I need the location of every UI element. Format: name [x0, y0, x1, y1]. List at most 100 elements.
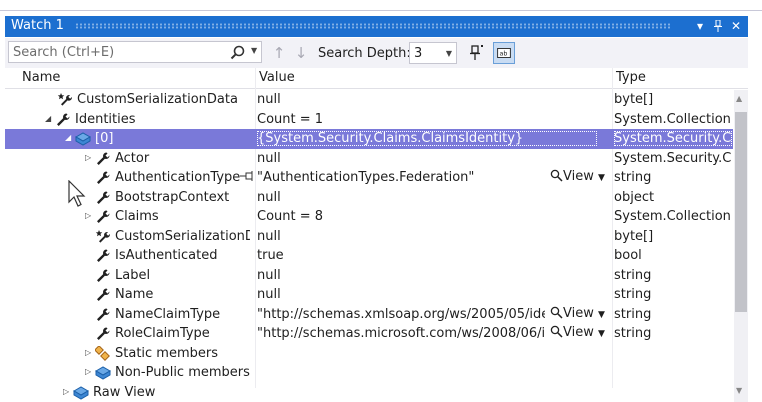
- expand-icon[interactable]: ▷: [85, 348, 95, 358]
- wrench-star-icon: [57, 92, 73, 108]
- row-value[interactable]: null: [257, 287, 597, 302]
- row-value[interactable]: null: [257, 229, 597, 244]
- column-header-row: Name Value Type: [5, 68, 748, 89]
- search-previous-icon[interactable]: ↑: [271, 45, 287, 63]
- watch-row[interactable]: ▷ Claims Count = 8 System.Collection...: [5, 207, 733, 227]
- watch-row[interactable]: CustomSerializationD... null byte[]: [5, 227, 733, 247]
- visualizer-view-button[interactable]: View ▼: [550, 325, 605, 340]
- watch-row[interactable]: IsAuthenticated true bool: [5, 246, 733, 266]
- search-options-dropdown-icon[interactable]: ▼: [251, 46, 257, 55]
- row-value[interactable]: {System.Security.Claims.ClaimsIdentity}: [257, 131, 597, 146]
- watch-grid: CustomSerializationData null byte[] ◢ Identi…: [5, 90, 733, 402]
- row-value[interactable]: true: [257, 248, 597, 263]
- column-header-name[interactable]: Name: [22, 70, 60, 85]
- magnifier-icon: [550, 306, 563, 319]
- vertical-scrollbar[interactable]: ▲ ▼: [734, 90, 748, 402]
- watch-row[interactable]: AuthenticationType "AuthenticationTypes.F…: [5, 168, 733, 188]
- collapse-icon[interactable]: ◢: [65, 133, 75, 143]
- watch-row[interactable]: ◢ Identities Count = 1 System.Collection...: [5, 110, 733, 130]
- watch-row[interactable]: ◢ [0] {System.Security.Claims.ClaimsIdenti…: [5, 129, 733, 149]
- row-name: NameClaimType: [115, 306, 221, 322]
- row-value[interactable]: null: [257, 268, 597, 283]
- watch-row[interactable]: BootstrapContext null object: [5, 188, 733, 208]
- chevron-down-icon[interactable]: ▼: [598, 310, 605, 320]
- column-header-value[interactable]: Value: [259, 70, 295, 85]
- row-value[interactable]: "AuthenticationTypes.Federation": [257, 170, 545, 185]
- window-options-dropdown-icon[interactable]: ▾: [691, 17, 709, 35]
- scrollbar-thumb[interactable]: [735, 112, 747, 312]
- row-type: System.Collection...: [614, 209, 732, 224]
- expand-icon[interactable]: ▷: [85, 211, 95, 221]
- row-value[interactable]: null: [257, 190, 597, 205]
- wrench-icon: [95, 170, 111, 186]
- watch-row[interactable]: CustomSerializationData null byte[]: [5, 90, 733, 110]
- top-strip: [0, 0, 762, 11]
- wrench-icon: [95, 190, 111, 206]
- search-box: ▼: [8, 41, 262, 63]
- close-icon[interactable]: ✕: [727, 17, 745, 35]
- watch-row[interactable]: ▷ Non-Public members: [5, 363, 733, 383]
- row-name: CustomSerializationD...: [115, 228, 250, 244]
- search-depth-combo[interactable]: 3 ▼: [409, 42, 457, 64]
- row-type: System.Security.C...: [614, 131, 732, 146]
- watch-window-titlebar: Watch 1 ▾ ✕: [5, 16, 748, 37]
- row-value[interactable]: null: [257, 92, 597, 107]
- scroll-up-icon[interactable]: ▲: [736, 94, 742, 103]
- pin-to-source-icon[interactable]: [239, 169, 255, 187]
- row-type: bool: [614, 248, 642, 263]
- row-value[interactable]: Count = 1: [257, 112, 597, 127]
- row-name: Name: [115, 287, 154, 302]
- view-label: View: [563, 325, 594, 340]
- scroll-down-icon[interactable]: ▼: [736, 386, 742, 395]
- row-type: byte[]: [614, 92, 654, 107]
- search-next-icon[interactable]: ↓: [293, 45, 309, 63]
- window-title: Watch 1: [11, 18, 64, 33]
- chevron-down-icon[interactable]: ▼: [598, 329, 605, 339]
- row-name: Label: [115, 267, 151, 283]
- watch-row[interactable]: ▷ Raw View: [5, 383, 733, 402]
- collapse-icon[interactable]: ◢: [45, 114, 55, 124]
- class-icon: [94, 365, 112, 381]
- wrench-icon: [95, 268, 111, 284]
- pin-icon[interactable]: [709, 17, 727, 35]
- visualizer-view-button[interactable]: View ▼: [550, 306, 605, 321]
- class-icon: [74, 131, 92, 147]
- search-input[interactable]: [13, 44, 221, 60]
- chevron-down-icon[interactable]: ▼: [598, 173, 605, 183]
- wrench-icon: [95, 151, 111, 167]
- search-icon[interactable]: [229, 44, 247, 62]
- view-label: View: [563, 169, 594, 184]
- row-value[interactable]: null: [257, 151, 597, 166]
- column-header-type[interactable]: Type: [616, 70, 646, 85]
- row-name: Identities: [75, 111, 136, 127]
- row-name: Non-Public members: [115, 365, 250, 380]
- row-value[interactable]: Count = 8: [257, 209, 597, 224]
- watch-row[interactable]: Name null string: [5, 285, 733, 305]
- row-name: Claims: [115, 209, 159, 224]
- titlebar-grip: [75, 23, 672, 29]
- row-name: Actor: [115, 150, 150, 166]
- row-name: BootstrapContext: [115, 189, 230, 205]
- watch-row[interactable]: ▷ Actor null System.Security.C...: [5, 149, 733, 169]
- row-type: System.Security.C...: [614, 150, 732, 166]
- watch-row[interactable]: RoleClaimType "http://schemas.microsoft.c…: [5, 324, 733, 344]
- row-type: string: [614, 326, 652, 341]
- class-icon: [72, 385, 90, 401]
- view-label: View: [563, 305, 594, 321]
- hexadecimal-display-icon[interactable]: ab: [493, 42, 515, 64]
- pin-to-source-icon[interactable]: [468, 42, 490, 64]
- row-value[interactable]: "http://schemas.microsoft.com/ws/2008/06…: [257, 326, 545, 341]
- expand-icon[interactable]: ▷: [85, 367, 95, 377]
- visualizer-view-button[interactable]: View ▼: [550, 169, 605, 184]
- watch-row[interactable]: ▷ Static members: [5, 344, 733, 364]
- expand-icon[interactable]: ▷: [63, 387, 73, 397]
- wrench-star-icon: [95, 229, 111, 245]
- expand-icon[interactable]: ▷: [85, 153, 95, 163]
- watch-toolbar: ▼ ↑ ↓ Search Depth: 3 ▼ ab: [5, 38, 748, 68]
- row-value[interactable]: "http://schemas.xmlsoap.org/ws/2005/05/i…: [257, 307, 545, 322]
- watch-row[interactable]: Label null string: [5, 266, 733, 286]
- watch-row[interactable]: NameClaimType "http://schemas.xmlsoap.org…: [5, 305, 733, 325]
- wrench-icon: [95, 307, 111, 323]
- magnifier-icon: [550, 325, 563, 338]
- magnifier-icon: [550, 169, 563, 182]
